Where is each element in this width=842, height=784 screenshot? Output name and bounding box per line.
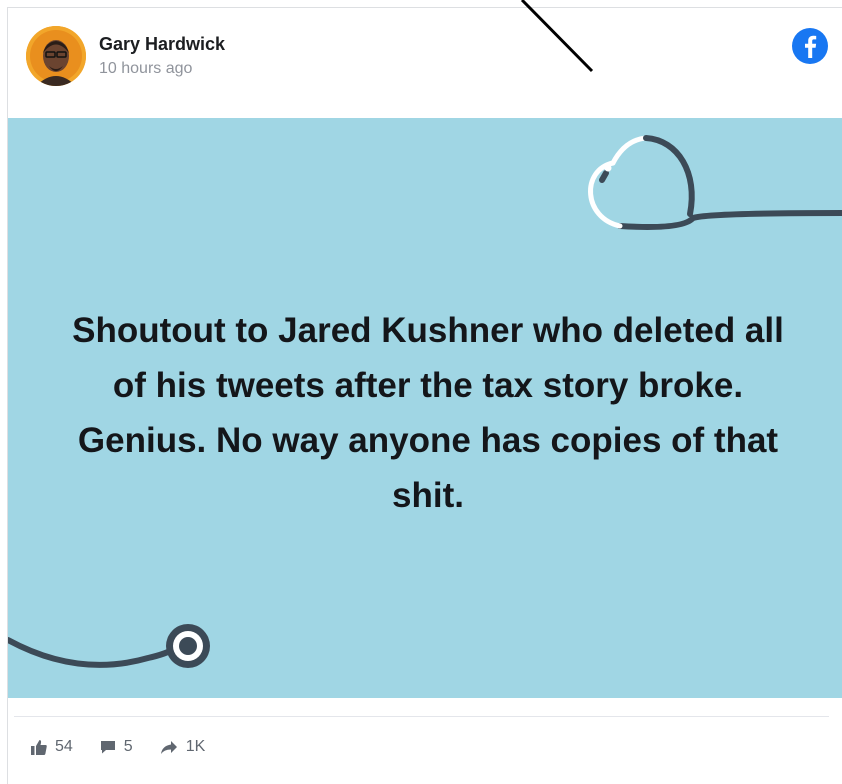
like-count-label: 54 bbox=[55, 738, 73, 755]
avatar-illustration-icon bbox=[26, 26, 86, 86]
share-arrow-icon bbox=[160, 741, 177, 754]
post-image[interactable]: Shoutout to Jared Kushner who deleted al… bbox=[8, 118, 842, 698]
post-timestamp[interactable]: 10 hours ago bbox=[99, 60, 192, 78]
share-count[interactable]: 1K bbox=[159, 738, 206, 756]
post-card: Gary Hardwick 10 hours ago Shoutout to J… bbox=[7, 7, 842, 784]
thumbs-up-icon bbox=[31, 740, 47, 755]
comment-count[interactable]: 5 bbox=[99, 738, 133, 756]
share-count-label: 1K bbox=[185, 738, 206, 755]
facebook-logo-icon[interactable] bbox=[792, 28, 828, 64]
post-text: Shoutout to Jared Kushner who deleted al… bbox=[72, 311, 784, 515]
engagement-stats: 54 5 1K bbox=[30, 734, 231, 760]
comment-icon bbox=[100, 741, 115, 754]
comment-count-label: 5 bbox=[123, 738, 133, 755]
like-count[interactable]: 54 bbox=[30, 738, 73, 756]
author-name[interactable]: Gary Hardwick bbox=[99, 34, 225, 55]
avatar[interactable] bbox=[26, 26, 86, 86]
divider bbox=[14, 716, 829, 717]
post-header: Gary Hardwick 10 hours ago bbox=[8, 8, 842, 118]
